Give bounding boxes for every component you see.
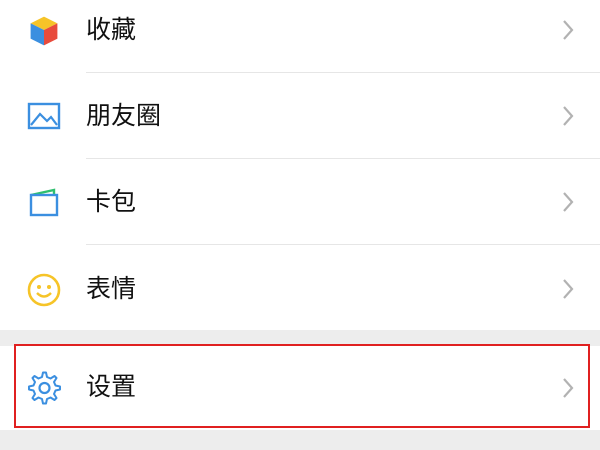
settings-group: 设置 xyxy=(0,346,600,430)
chevron-right-icon xyxy=(560,376,576,400)
chevron-right-icon xyxy=(560,104,576,128)
divider xyxy=(86,244,600,245)
chevron-right-icon xyxy=(560,190,576,214)
divider xyxy=(86,72,600,73)
menu-item-label: 朋友圈 xyxy=(86,101,162,130)
menu-group: 收藏 朋友圈 卡包 表情 xyxy=(0,0,600,330)
chevron-right-icon xyxy=(560,18,576,42)
chevron-right-icon xyxy=(560,277,576,301)
menu-item-label: 表情 xyxy=(86,274,137,303)
menu-item-stickers[interactable]: 表情 xyxy=(0,246,600,332)
moments-image-icon xyxy=(26,98,62,134)
card-wallet-icon xyxy=(26,184,62,220)
menu-item-label: 卡包 xyxy=(86,187,137,216)
menu-item-moments[interactable]: 朋友圈 xyxy=(0,74,600,160)
divider xyxy=(86,158,600,159)
favorites-cube-icon xyxy=(26,13,62,49)
menu-item-settings[interactable]: 设置 xyxy=(0,346,600,430)
sticker-smiley-icon xyxy=(26,272,62,308)
menu-item-label: 设置 xyxy=(86,372,137,401)
gear-icon xyxy=(26,370,62,406)
menu-item-card-wallet[interactable]: 卡包 xyxy=(0,160,600,246)
menu-item-label: 收藏 xyxy=(86,15,137,44)
